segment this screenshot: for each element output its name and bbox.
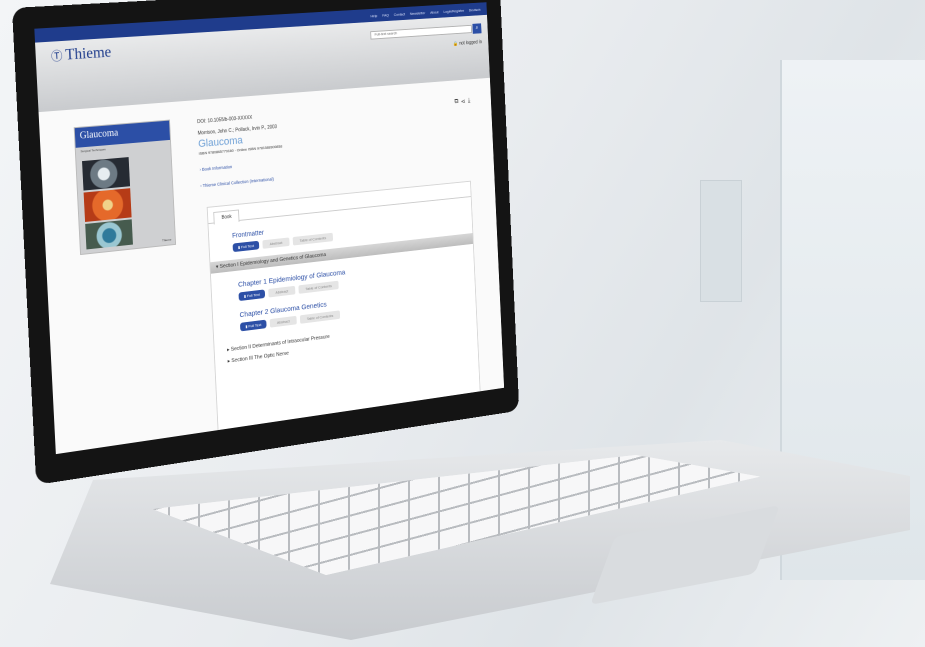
top-nav-login[interactable]: Login/Register <box>443 8 464 14</box>
section-1-label: Section I Epidemiology and Genetics of G… <box>219 252 327 270</box>
full-text-label: Full Text <box>246 291 260 299</box>
tab-book[interactable]: Book <box>213 209 240 225</box>
top-nav-contact[interactable]: Contact <box>394 11 406 16</box>
collection-label: Thieme Clinical Collection (Internationa… <box>202 176 274 189</box>
screen-bezel: Help FAQ Contact Newsletter About Login/… <box>12 0 520 485</box>
abstract-button[interactable]: Abstract <box>269 315 297 328</box>
cite-icon[interactable]: ⧉ <box>454 98 458 106</box>
book-metadata: ⧉ ⋖ ⤓ DOI: 10.1055/b-003-XXXXX Morrison,… <box>197 97 478 188</box>
toc-button[interactable]: Table of Contents <box>292 232 334 246</box>
toc-button[interactable]: Table of Contents <box>299 310 341 324</box>
share-icon[interactable]: ⋖ <box>461 98 466 106</box>
search-button[interactable]: ⌕ <box>472 23 482 34</box>
table-of-contents: Book Frontmatter ▮ Full Text Abstract Ta… <box>206 180 481 433</box>
abstract-button[interactable]: Abstract <box>262 237 290 249</box>
thieme-logo-mark: Ⓣ <box>50 48 63 64</box>
download-icon[interactable]: ⤓ <box>468 97 471 104</box>
top-nav-faq[interactable]: FAQ <box>382 12 389 17</box>
action-icons: ⧉ ⋖ ⤓ <box>454 97 470 106</box>
full-text-button[interactable]: ▮ Full Text <box>232 240 260 253</box>
top-nav-newsletter[interactable]: Newsletter <box>410 10 426 15</box>
thieme-logo-text: Thieme <box>64 43 112 64</box>
top-nav-about[interactable]: About <box>430 9 439 14</box>
cover-image-eye <box>82 157 131 191</box>
top-nav-language[interactable]: Deutsch <box>469 7 481 12</box>
cover-image-optic <box>85 219 133 250</box>
lock-icon: 🔒 <box>453 41 459 47</box>
cover-publisher: Thieme <box>162 237 172 243</box>
full-text-label: Full Text <box>240 243 255 250</box>
full-text-button[interactable]: ▮ Full Text <box>238 289 266 302</box>
thieme-logo[interactable]: Ⓣ Thieme <box>51 44 112 66</box>
toc-button[interactable]: Table of Contents <box>298 280 339 294</box>
search-input[interactable]: Full-text search <box>370 24 472 40</box>
login-status-text: not logged in <box>459 39 483 47</box>
screen: Help FAQ Contact Newsletter About Login/… <box>34 2 505 455</box>
search-icon: ⌕ <box>475 25 479 31</box>
login-status[interactable]: 🔒 not logged in <box>453 40 482 47</box>
cover-image-fundus <box>83 188 132 222</box>
abstract-button[interactable]: Abstract <box>268 285 296 298</box>
laptop: Help FAQ Contact Newsletter About Login/… <box>0 0 925 647</box>
full-text-label: Full Text <box>248 322 262 329</box>
top-nav-help[interactable]: Help <box>370 13 377 18</box>
main-content: Glaucoma Surgical Techniques Thieme ⧉ ⋖ … <box>38 77 505 455</box>
book-information-label: Book Information <box>201 164 233 172</box>
full-text-button[interactable]: ▮ Full Text <box>239 319 267 332</box>
book-cover[interactable]: Glaucoma Surgical Techniques Thieme <box>73 119 177 256</box>
